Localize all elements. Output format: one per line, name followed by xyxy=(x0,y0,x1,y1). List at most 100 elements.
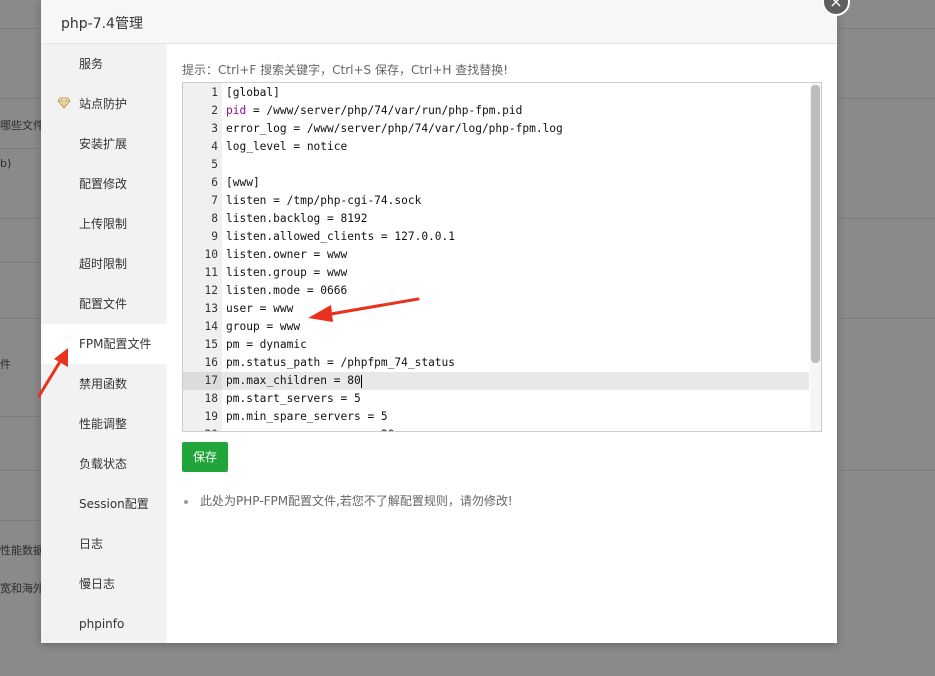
background-divider xyxy=(0,28,41,29)
sidebar-item-timeout-limit[interactable]: 超时限制 xyxy=(41,244,167,284)
code-text: listen.mode = 0666 xyxy=(226,282,347,300)
sidebar-item-install-extension[interactable]: 安装扩展 xyxy=(41,124,167,164)
line-number: 12 xyxy=(204,284,218,297)
line-number: 17 xyxy=(204,374,218,387)
code-line[interactable]: 11 listen.group = www xyxy=(183,264,809,282)
background-divider xyxy=(837,98,935,99)
code-rest: log_level = notice xyxy=(226,140,348,153)
sidebar-item-disabled-functions[interactable]: 禁用函数 xyxy=(41,364,167,404)
code-lines[interactable]: 1 [global] 2 pid = /www/server/php/74/var/r… xyxy=(183,84,809,431)
line-number: 6 xyxy=(211,176,218,189)
code-text: listen.backlog = 8192 xyxy=(226,210,367,228)
code-line[interactable]: 9 listen.allowed_clients = 127.0.0.1 xyxy=(183,228,809,246)
code-rest: listen = /tmp/php-cgi-74.sock xyxy=(226,194,422,207)
code-rest: pm.start_servers = 5 xyxy=(226,392,361,405)
line-number: 16 xyxy=(204,356,218,369)
code-text: pid = /www/server/php/74/var/run/php-fpm… xyxy=(226,102,522,120)
sidebar-item-phpinfo[interactable]: phpinfo xyxy=(41,604,167,644)
code-line[interactable]: 19 pm.min_spare_servers = 5 xyxy=(183,408,809,426)
code-line[interactable]: 16 pm.status_path = /phpfpm_74_status xyxy=(183,354,809,372)
code-editor[interactable]: 1 [global] 2 pid = /www/server/php/74/var/r… xyxy=(182,82,822,432)
code-rest: pm.max_children = 80 xyxy=(226,374,361,387)
code-line[interactable]: 20 pm.max_spare_servers = 20 xyxy=(183,426,809,431)
code-line[interactable]: 3 error_log = /www/server/php/74/var/log/… xyxy=(183,120,809,138)
code-line[interactable]: 13 user = www xyxy=(183,300,809,318)
line-number: 8 xyxy=(211,212,218,225)
code-text: pm.status_path = /phpfpm_74_status xyxy=(226,354,455,372)
line-number: 2 xyxy=(211,104,218,117)
sidebar-item-label: 配置文件 xyxy=(79,297,128,311)
code-line[interactable]: 2 pid = /www/server/php/74/var/run/php-fp… xyxy=(183,102,809,120)
sidebar-item-service[interactable]: 服务 xyxy=(41,44,167,84)
code-keyword: pid xyxy=(226,104,247,117)
code-line[interactable]: 8 listen.backlog = 8192 xyxy=(183,210,809,228)
save-button[interactable]: 保存 xyxy=(182,442,228,472)
code-text: pm.max_spare_servers = 20 xyxy=(226,426,394,431)
sidebar-item-fpm-config[interactable]: FPM配置文件 xyxy=(41,324,167,364)
sidebar-item-upload-limit[interactable]: 上传限制 xyxy=(41,204,167,244)
gem-icon xyxy=(57,97,71,109)
background-divider xyxy=(837,218,935,219)
sidebar-item-site-protection[interactable]: 站点防护 xyxy=(41,84,167,124)
code-line[interactable]: 1 [global] xyxy=(183,84,809,102)
code-line[interactable]: 12 listen.mode = 0666 xyxy=(183,282,809,300)
code-rest: [global] xyxy=(226,86,280,99)
sidebar-item-config-modify[interactable]: 配置修改 xyxy=(41,164,167,204)
code-line[interactable]: 4 log_level = notice xyxy=(183,138,809,156)
code-line[interactable]: 17 pm.max_children = 80 xyxy=(183,372,809,390)
sidebar-item-label: 超时限制 xyxy=(79,257,128,271)
code-line[interactable]: 18 pm.start_servers = 5 xyxy=(183,390,809,408)
sidebar-item-slow-log[interactable]: 慢日志 xyxy=(41,564,167,604)
code-text: pm = dynamic xyxy=(226,336,307,354)
sidebar-item-load-status[interactable]: 负载状态 xyxy=(41,444,167,484)
line-number: 7 xyxy=(211,194,218,207)
code-text: [global] xyxy=(226,84,280,102)
sidebar-item-label: 服务 xyxy=(79,57,104,71)
code-rest: listen.backlog = 8192 xyxy=(226,212,368,225)
code-rest: [www] xyxy=(226,176,260,189)
code-line[interactable]: 5 xyxy=(183,156,809,174)
code-text: group = www xyxy=(226,318,300,336)
sidebar-item-performance[interactable]: 性能调整 xyxy=(41,404,167,444)
line-number: 18 xyxy=(204,392,218,405)
code-text: log_level = notice xyxy=(226,138,347,156)
text-cursor xyxy=(360,374,362,388)
line-number: 14 xyxy=(204,320,218,333)
sidebar-item-label: 配置修改 xyxy=(79,177,128,191)
sidebar-item-session-config[interactable]: Session配置 xyxy=(41,484,167,524)
background-text: 性能数据 xyxy=(0,544,41,557)
line-number: 20 xyxy=(183,426,218,431)
sidebar-item-label: FPM配置文件 xyxy=(79,337,152,351)
code-rest: = /www/server/php/74/var/run/php-fpm.pid xyxy=(246,104,523,117)
code-text: listen.group = www xyxy=(226,264,347,282)
sidebar-item-log[interactable]: 日志 xyxy=(41,524,167,564)
sidebar-item-label: 上传限制 xyxy=(79,217,128,231)
code-rest: pm.status_path = /phpfpm_74_status xyxy=(226,356,456,369)
code-rest: pm.min_spare_servers = 5 xyxy=(226,410,388,423)
code-rest: listen.allowed_clients = 127.0.0.1 xyxy=(226,230,456,243)
sidebar-item-config-file[interactable]: 配置文件 xyxy=(41,284,167,324)
background-text: 件 xyxy=(0,358,11,371)
line-number: 19 xyxy=(204,410,218,423)
code-rest: pm.max_spare_servers = 20 xyxy=(226,428,394,431)
editor-scrollbar-thumb[interactable] xyxy=(811,85,820,363)
shortcut-hint: 提示：Ctrl+F 搜索关键字，Ctrl+S 保存，Ctrl+H 查找替换! xyxy=(182,63,509,77)
background-divider xyxy=(837,470,935,471)
sidebar-item-label: 负载状态 xyxy=(79,457,128,471)
code-line[interactable]: 14 group = www xyxy=(183,318,809,336)
code-line[interactable]: 10 listen.owner = www xyxy=(183,246,809,264)
warning-note-text: 此处为PHP-FPM配置文件,若您不了解配置规则，请勿修改! xyxy=(200,494,513,508)
background-divider xyxy=(0,520,41,521)
code-line[interactable]: 6 [www] xyxy=(183,174,809,192)
background-divider xyxy=(0,148,41,149)
dialog-header: php-7.4管理 xyxy=(41,0,837,44)
code-text: listen = /tmp/php-cgi-74.sock xyxy=(226,192,421,210)
background-divider xyxy=(0,318,41,319)
code-line[interactable]: 15 pm = dynamic xyxy=(183,336,809,354)
code-text: pm.min_spare_servers = 5 xyxy=(226,408,388,426)
code-text: pm.start_servers = 5 xyxy=(226,390,361,408)
code-line[interactable]: 7 listen = /tmp/php-cgi-74.sock xyxy=(183,192,809,210)
code-rest: listen.group = www xyxy=(226,266,348,279)
code-rest: pm = dynamic xyxy=(226,338,307,351)
code-text: [www] xyxy=(226,174,260,192)
